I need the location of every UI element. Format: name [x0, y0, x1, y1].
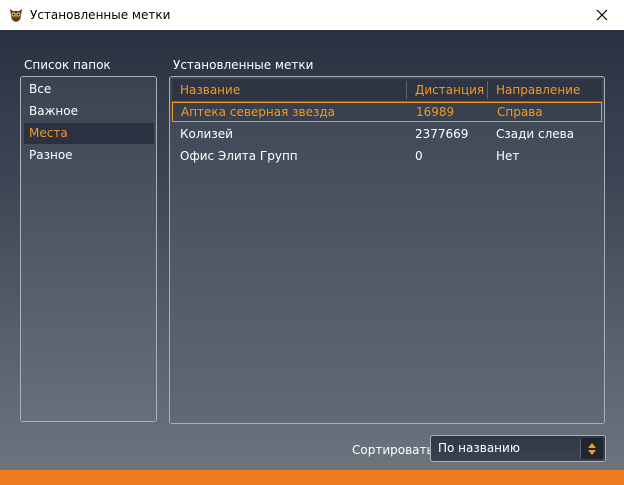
- table-row[interactable]: Аптека северная звезда 16989 Справа: [172, 102, 602, 122]
- marks-table: Название Дистанция Направление Аптека се…: [169, 76, 605, 424]
- title-bar: Установленные метки: [0, 0, 624, 30]
- mark-name: Аптека северная звезда: [181, 105, 335, 119]
- mark-distance: 2377669: [415, 127, 469, 141]
- folder-item-places[interactable]: Места: [24, 123, 154, 144]
- sort-selected-value: По названию: [438, 441, 520, 455]
- column-header-direction[interactable]: Направление: [488, 79, 602, 101]
- column-header-name[interactable]: Название: [172, 79, 406, 101]
- mark-distance: 16989: [416, 105, 455, 119]
- table-row[interactable]: Офис Элита Групп 0 Нет: [172, 146, 602, 166]
- sort-label: Сортировать:: [352, 443, 438, 457]
- marks-label: Установленные метки: [173, 58, 314, 72]
- mark-direction: Нет: [496, 149, 520, 163]
- folder-item-label: Все: [29, 82, 52, 96]
- owl-icon: [8, 7, 24, 23]
- folder-item-all[interactable]: Все: [24, 79, 154, 100]
- mark-direction: Справа: [497, 105, 543, 119]
- folders-list[interactable]: Все Важное Места Разное: [20, 76, 157, 422]
- folder-item-misc[interactable]: Разное: [24, 145, 154, 166]
- column-header-distance[interactable]: Дистанция: [407, 79, 487, 101]
- close-button[interactable]: [580, 0, 624, 30]
- mark-name: Офис Элита Групп: [180, 149, 298, 163]
- mark-distance: 0: [415, 149, 423, 163]
- bottom-accent-bar: [0, 470, 624, 485]
- sort-select[interactable]: По названию: [430, 435, 606, 462]
- folder-item-important[interactable]: Важное: [24, 101, 154, 122]
- folder-item-label: Важное: [29, 104, 78, 118]
- mark-direction: Сзади слева: [496, 127, 575, 141]
- close-icon: [596, 6, 608, 25]
- table-header: Название Дистанция Направление: [172, 79, 602, 102]
- window-title: Установленные метки: [30, 8, 171, 22]
- dialog-content: Список папок Установленные метки Все Важ…: [0, 30, 624, 470]
- up-down-arrows-icon[interactable]: [580, 438, 603, 459]
- folders-label: Список папок: [24, 58, 111, 72]
- folder-item-label: Места: [29, 126, 68, 140]
- table-row[interactable]: Колизей 2377669 Сзади слева: [172, 124, 602, 144]
- mark-name: Колизей: [180, 127, 233, 141]
- folder-item-label: Разное: [29, 148, 73, 162]
